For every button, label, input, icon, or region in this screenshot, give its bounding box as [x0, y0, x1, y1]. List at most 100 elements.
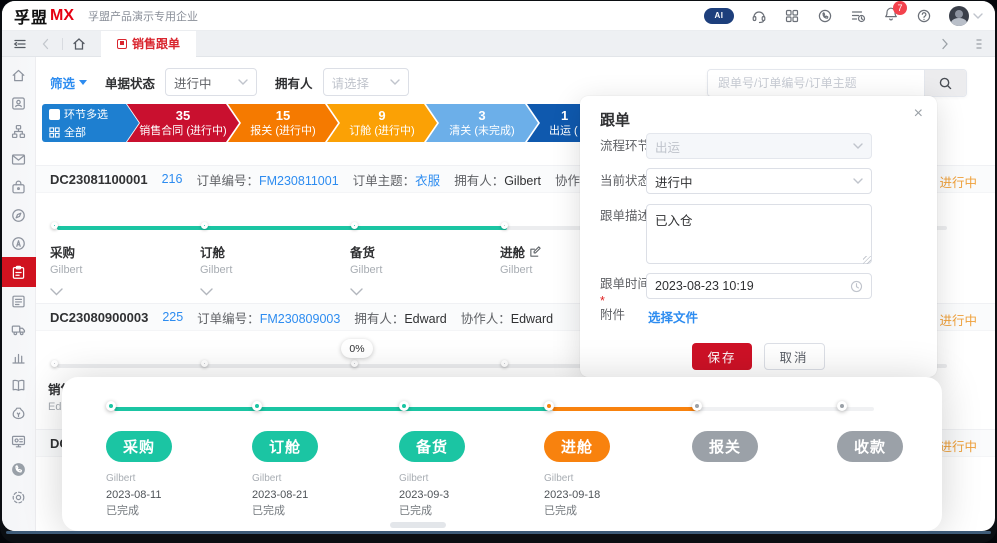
related-count-link[interactable]: 225: [162, 310, 183, 324]
order-1-status: 进行中: [939, 172, 977, 191]
expand-chevron-icon[interactable]: [350, 288, 363, 296]
home-icon[interactable]: [71, 36, 87, 52]
popup-progress-current: [552, 407, 700, 411]
process-select[interactable]: 出运: [646, 133, 872, 159]
nav-back-icon[interactable]: [38, 36, 54, 52]
doc-status-select[interactable]: 进行中: [165, 68, 257, 96]
sidebar-item-reports[interactable]: [2, 343, 36, 371]
clock-icon: [850, 280, 863, 293]
popup-scrollbar[interactable]: [390, 522, 446, 528]
popup-stage-pill-payment[interactable]: 收款: [837, 431, 903, 462]
edit-icon[interactable]: [529, 245, 542, 258]
nav-forward-icon[interactable]: [937, 36, 953, 52]
owner-pair: 拥有人：Edward: [354, 308, 446, 327]
stage-detail-popup: 采购 订舱 备货 进舱 报关 收款 Gilbert 2023-08-11 已完成…: [62, 377, 942, 531]
sidebar-item-logistics[interactable]: [2, 315, 36, 343]
sidebar-item-finance[interactable]: [2, 399, 36, 427]
subject-link[interactable]: 衣服: [415, 174, 440, 188]
resize-handle[interactable]: [863, 256, 871, 264]
subject-pair: 订单主题：衣服: [353, 170, 441, 189]
current-status-select[interactable]: 进行中: [646, 168, 872, 194]
sidebar-item-whatsapp[interactable]: [2, 455, 36, 483]
order-no-link[interactable]: FM230811001: [259, 174, 339, 188]
sidebar-item-mail[interactable]: [2, 145, 36, 173]
funnel-stage-contract[interactable]: 35 销售合同 (进行中): [127, 104, 239, 142]
timeline-dot: [501, 222, 508, 229]
funnel-all-label: 全部: [64, 124, 86, 140]
tab-sales-tracking[interactable]: 销售跟单: [101, 31, 196, 57]
brand-logo-mx: MX: [50, 7, 74, 25]
task-list-icon[interactable]: [850, 8, 866, 24]
popup-dot: [106, 401, 116, 411]
tl1-stage-booking: 订舱 Gilbert: [200, 242, 232, 299]
headset-icon[interactable]: [751, 8, 767, 24]
sidebar-item-crm[interactable]: [2, 229, 36, 257]
description-textarea[interactable]: 已入仓: [646, 204, 872, 264]
apps-grid-icon[interactable]: [784, 8, 800, 24]
monitor-icon: [10, 433, 27, 450]
expand-chevron-icon[interactable]: [200, 288, 213, 296]
document-list-icon: [10, 293, 27, 310]
company-name: 孚盟产品演示专用企业: [88, 8, 198, 24]
cancel-button[interactable]: 取消: [764, 343, 825, 370]
notifications-bell[interactable]: 7: [883, 6, 899, 25]
stage-count: 15: [228, 108, 338, 124]
timeline-dot: [201, 360, 208, 367]
close-icon[interactable]: ×: [914, 106, 923, 122]
multi-select-checkbox[interactable]: [49, 109, 60, 120]
money-bag-icon: [10, 405, 27, 422]
chevron-down-icon: [973, 13, 983, 19]
popup-dot: [837, 401, 847, 411]
owner-select[interactable]: 请选择: [323, 68, 409, 96]
sidebar-item-meeting[interactable]: [2, 427, 36, 455]
popup-stage-pill-warehouse[interactable]: 进舱: [544, 431, 610, 462]
required-mark: *: [600, 294, 605, 308]
owner-label: 拥有人: [275, 73, 313, 92]
tab-options-icon[interactable]: [967, 36, 983, 52]
collapse-menu-icon[interactable]: [12, 36, 28, 52]
filter-toggle[interactable]: 筛选: [50, 73, 87, 92]
whatsapp-icon[interactable]: [817, 8, 833, 24]
notification-count-badge: 7: [893, 1, 907, 15]
sidebar-item-tracking-active[interactable]: [2, 257, 36, 287]
funnel-stage-customs[interactable]: 15 报关 (进行中): [228, 104, 338, 142]
related-count-link[interactable]: 216: [162, 172, 183, 186]
timeline-dot: [201, 222, 208, 229]
tl1-stage-warehouse: 进舱 Gilbert: [500, 242, 542, 276]
sidebar-item-explore[interactable]: [2, 201, 36, 229]
save-button[interactable]: 保存: [692, 343, 751, 370]
popup-dot: [544, 401, 554, 411]
order-2-status: 进行中: [939, 310, 977, 329]
popup-dot: [692, 401, 702, 411]
user-menu[interactable]: [949, 6, 983, 26]
sidebar-item-home[interactable]: [2, 61, 36, 89]
sidebar-item-contacts[interactable]: [2, 89, 36, 117]
sidebar-item-documents[interactable]: [2, 287, 36, 315]
timeline-dot: [501, 360, 508, 367]
follow-up-modal: 跟单 × 流程环节 出运 当前状态 进行中 跟单描述 已入仓 跟单时间* 202…: [580, 96, 937, 377]
popup-stage-pill-stock[interactable]: 备货: [399, 431, 465, 462]
divider: [62, 38, 63, 50]
popup-stage-pill-customs[interactable]: 报关: [692, 431, 758, 462]
tab-bar: 销售跟单: [2, 31, 995, 57]
order-no-link[interactable]: FM230809003: [260, 312, 341, 326]
sidebar-item-ledger[interactable]: [2, 371, 36, 399]
description-label: 跟单描述: [600, 208, 652, 225]
modal-footer: 保存 取消: [580, 343, 937, 370]
sidebar-item-org[interactable]: [2, 117, 36, 145]
popup-stage-pill-booking[interactable]: 订舱: [252, 431, 318, 462]
funnel-stage-all[interactable]: 环节多选 全部: [42, 104, 139, 142]
sidebar-item-products[interactable]: [2, 173, 36, 201]
ai-assistant-icon[interactable]: AI: [704, 8, 734, 24]
funnel-stage-clearance[interactable]: 3 清关 (未完成): [426, 104, 538, 142]
popup-stage-pill-purchase[interactable]: 采购: [106, 431, 172, 462]
funnel-stage-booking[interactable]: 9 订舱 (进行中): [327, 104, 437, 142]
help-icon[interactable]: [916, 8, 932, 24]
stage-label: 销售合同 (进行中): [127, 124, 239, 138]
expand-chevron-icon[interactable]: [50, 288, 63, 296]
choose-file-link[interactable]: 选择文件: [648, 307, 698, 326]
sidebar-item-settings[interactable]: [2, 483, 36, 511]
time-input[interactable]: 2023-08-23 10:19: [646, 273, 872, 299]
circle-a-icon: [10, 235, 27, 252]
id-card-icon: [10, 95, 27, 112]
